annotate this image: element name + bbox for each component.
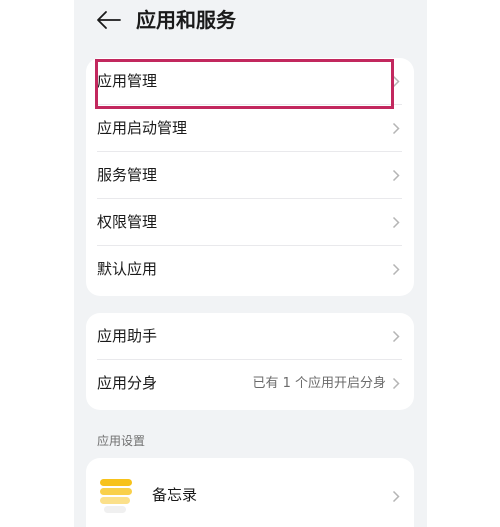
- app-twin-status: 已有 1 个应用开启分身: [252, 376, 386, 391]
- settings-item-default-apps[interactable]: 默认应用: [86, 246, 414, 293]
- settings-group-app-settings: 备忘录: [86, 458, 414, 527]
- chevron-right-icon: [392, 263, 400, 276]
- settings-item-app-assistant[interactable]: 应用助手: [86, 313, 414, 360]
- title-bar: 应用和服务: [74, 0, 427, 44]
- settings-item-app-management[interactable]: 应用管理: [86, 58, 414, 105]
- settings-group-main: 应用管理 应用启动管理 服务管理 权限管理 默认应用: [86, 58, 414, 296]
- chevron-right-icon: [392, 122, 400, 135]
- chevron-right-icon: [392, 330, 400, 343]
- settings-group-assistant: 应用助手 应用分身 已有 1 个应用开启分身: [86, 313, 414, 410]
- settings-item-app-twin[interactable]: 应用分身 已有 1 个应用开启分身: [86, 360, 414, 407]
- section-label-app-settings: 应用设置: [97, 434, 146, 448]
- settings-item-label: 应用启动管理: [97, 119, 188, 137]
- chevron-right-icon: [392, 169, 400, 182]
- app-item-memo[interactable]: 备忘录: [86, 458, 414, 527]
- back-button[interactable]: [94, 6, 124, 34]
- settings-item-label: 应用助手: [97, 327, 158, 345]
- settings-item-label: 应用管理: [97, 72, 158, 90]
- app-item-label: 备忘录: [152, 486, 198, 504]
- settings-item-permission-management[interactable]: 权限管理: [86, 199, 414, 246]
- settings-item-label: 应用分身: [97, 374, 158, 392]
- settings-item-label: 服务管理: [97, 166, 158, 184]
- memo-app-icon: [98, 478, 136, 516]
- phone-screen: 应用和服务 应用管理 应用启动管理 服务管理 权限管理 默认应用 应用助手 应用…: [74, 0, 427, 527]
- chevron-right-icon: [392, 216, 400, 229]
- chevron-right-icon: [392, 377, 400, 390]
- chevron-right-icon: [392, 490, 400, 503]
- back-arrow-icon: [97, 11, 121, 29]
- settings-item-label: 权限管理: [97, 213, 158, 231]
- settings-item-app-launch-management[interactable]: 应用启动管理: [86, 105, 414, 152]
- page-title: 应用和服务: [136, 8, 236, 32]
- chevron-right-icon: [392, 75, 400, 88]
- settings-item-service-management[interactable]: 服务管理: [86, 152, 414, 199]
- settings-item-label: 默认应用: [97, 260, 158, 278]
